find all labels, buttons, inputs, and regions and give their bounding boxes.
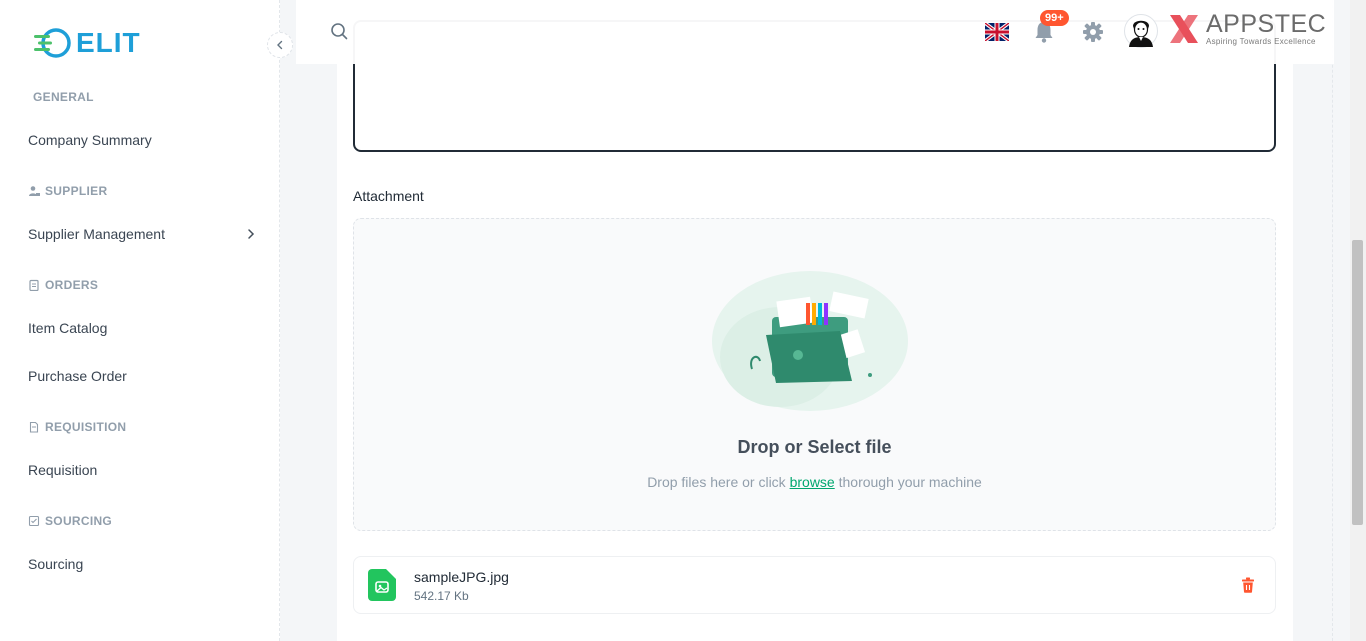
sidebar-item-label: Supplier Management [28, 226, 165, 242]
drop-sub-after: thorough your machine [838, 474, 982, 490]
drop-sub-before: Drop files here or click [647, 474, 786, 490]
section-requisition-title: REQUISITION [45, 420, 127, 434]
attachment-label: Attachment [353, 188, 424, 204]
section-orders-title: ORDERS [45, 278, 99, 292]
sidebar-item-label: Company Summary [28, 132, 152, 148]
attached-file-item: sampleJPG.jpg 542.17 Kb [353, 556, 1276, 614]
logo-text: ELIT [76, 27, 141, 58]
brand-name: APPSTEC [1206, 10, 1327, 38]
sidebar-item-sourcing[interactable]: Sourcing [28, 556, 256, 572]
clipboard-icon [29, 279, 39, 291]
drop-subtitle: Drop files here or click browse thorough… [354, 474, 1275, 490]
user-avatar[interactable] [1124, 14, 1158, 48]
drop-title: Drop or Select file [737, 437, 892, 457]
chevron-right-icon [248, 229, 255, 239]
elit-logo[interactable]: ELIT [32, 26, 141, 60]
sidebar-collapse-button[interactable] [267, 32, 293, 58]
sidebar-item-supplier-management[interactable]: Supplier Management [28, 226, 256, 242]
sidebar-item-label: Requisition [28, 462, 98, 478]
section-requisition: REQUISITION [28, 420, 126, 434]
search-icon[interactable] [330, 22, 348, 40]
sidebar-item-purchase-order[interactable]: Purchase Order [28, 368, 256, 384]
section-sourcing: SOURCING [28, 514, 112, 528]
sidebar-item-requisition[interactable]: Requisition [28, 462, 256, 478]
file-name: sampleJPG.jpg [414, 569, 509, 585]
right-gutter [1293, 0, 1333, 641]
section-supplier: SUPPLIER [28, 184, 107, 198]
elit-logo-icon [34, 28, 71, 58]
delete-icon[interactable] [1241, 577, 1255, 593]
document-icon [29, 421, 39, 433]
scrollbar-thumb[interactable] [1352, 240, 1363, 525]
checklist-icon [28, 515, 40, 527]
section-general: GENERAL [33, 90, 94, 104]
sidebar-item-company-summary[interactable]: Company Summary [28, 132, 256, 148]
supplier-icon [29, 186, 40, 196]
brand-tagline: Aspiring Towards Excellence [1206, 37, 1316, 46]
appstec-logo-icon [1170, 15, 1198, 43]
browse-link[interactable]: browse [790, 474, 835, 490]
section-orders: ORDERS [28, 278, 98, 292]
gear-icon[interactable] [1082, 21, 1104, 43]
sidebar-item-label: Item Catalog [28, 320, 108, 336]
brand-text-block: APPSTEC Aspiring Towards Excellence [1206, 10, 1327, 47]
file-dropzone[interactable]: Drop or Select file Drop files here or c… [353, 218, 1276, 531]
sidebar-item-item-catalog[interactable]: Item Catalog [28, 320, 256, 336]
appstec-brand: APPSTEC Aspiring Towards Excellence [1168, 12, 1326, 46]
folder-illustration [712, 271, 908, 411]
section-sourcing-title: SOURCING [45, 514, 113, 528]
section-supplier-title: SUPPLIER [45, 184, 108, 198]
sidebar-item-label: Purchase Order [28, 368, 127, 384]
chevron-left-icon [277, 40, 283, 50]
sidebar: ELIT GENERAL Company Summary SUPPLIER Su… [0, 0, 280, 641]
notification-badge: 99+ [1040, 10, 1069, 26]
file-size: 542.17 Kb [414, 589, 469, 603]
section-general-title: GENERAL [33, 90, 94, 104]
uk-flag-icon[interactable] [985, 23, 1009, 41]
image-file-icon [368, 569, 396, 601]
sidebar-item-label: Sourcing [28, 556, 84, 572]
